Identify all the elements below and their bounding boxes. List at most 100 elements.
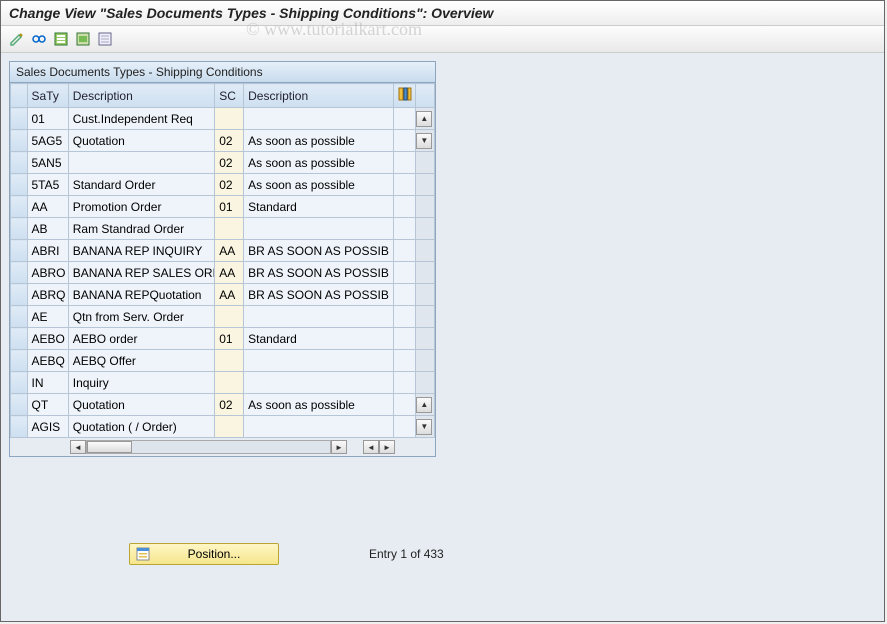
cell-desc1[interactable]: AEBQ Offer bbox=[68, 350, 214, 372]
cell-desc1[interactable]: BANANA REP SALES ORD bbox=[68, 262, 214, 284]
cell-desc1[interactable]: Quotation bbox=[68, 394, 214, 416]
col-header-desc2[interactable]: Description bbox=[244, 84, 394, 108]
row-selector[interactable] bbox=[11, 130, 28, 152]
table-row[interactable]: QTQuotation02As soon as possible ▲ bbox=[11, 394, 435, 416]
toggle-change-icon[interactable] bbox=[7, 29, 27, 49]
cell-sc[interactable]: 02 bbox=[215, 394, 244, 416]
cell-sc[interactable] bbox=[215, 306, 244, 328]
cell-sc[interactable]: 02 bbox=[215, 174, 244, 196]
row-selector[interactable] bbox=[11, 240, 28, 262]
scroll-track[interactable] bbox=[416, 196, 435, 218]
cell-desc2[interactable] bbox=[244, 108, 394, 130]
cell-sc[interactable] bbox=[215, 372, 244, 394]
cell-desc1[interactable]: Inquiry bbox=[68, 372, 214, 394]
table-row[interactable]: AEBQAEBQ Offer bbox=[11, 350, 435, 372]
cell-desc1[interactable]: Quotation bbox=[68, 130, 214, 152]
cell-sc[interactable]: 01 bbox=[215, 328, 244, 350]
cell-desc1[interactable] bbox=[68, 152, 214, 174]
col-header-saty[interactable]: SaTy bbox=[27, 84, 68, 108]
cell-saty[interactable]: AE bbox=[27, 306, 68, 328]
cell-desc2[interactable] bbox=[244, 218, 394, 240]
cell-saty[interactable]: IN bbox=[27, 372, 68, 394]
table-row[interactable]: 5AG5Quotation02As soon as possible▼ bbox=[11, 130, 435, 152]
cell-sc[interactable] bbox=[215, 416, 244, 438]
row-selector[interactable] bbox=[11, 174, 28, 196]
cell-desc2[interactable]: BR AS SOON AS POSSIB bbox=[244, 240, 394, 262]
table-row[interactable]: ABRam Standrad Order bbox=[11, 218, 435, 240]
select-all-icon[interactable] bbox=[51, 29, 71, 49]
row-selector[interactable] bbox=[11, 416, 28, 438]
cell-desc2[interactable]: As soon as possible bbox=[244, 394, 394, 416]
cell-saty[interactable]: ABRI bbox=[27, 240, 68, 262]
scroll-first-icon[interactable]: ◄ bbox=[363, 440, 379, 454]
cell-desc2[interactable] bbox=[244, 416, 394, 438]
table-row[interactable]: AAPromotion Order01Standard bbox=[11, 196, 435, 218]
horizontal-scrollbar[interactable]: ◄ ► ◄ ► bbox=[10, 438, 435, 456]
cell-desc2[interactable] bbox=[244, 350, 394, 372]
cell-sc[interactable]: AA bbox=[215, 284, 244, 306]
scroll-left-icon[interactable]: ◄ bbox=[70, 440, 86, 454]
cell-desc2[interactable]: As soon as possible bbox=[244, 152, 394, 174]
scroll-track[interactable] bbox=[416, 152, 435, 174]
table-row[interactable]: 5TA5Standard Order02As soon as possible bbox=[11, 174, 435, 196]
cell-saty[interactable]: 5TA5 bbox=[27, 174, 68, 196]
cell-sc[interactable] bbox=[215, 350, 244, 372]
cell-desc1[interactable]: Promotion Order bbox=[68, 196, 214, 218]
hscroll-thumb[interactable] bbox=[87, 441, 132, 453]
table-row[interactable]: INInquiry bbox=[11, 372, 435, 394]
cell-sc[interactable]: AA bbox=[215, 262, 244, 284]
table-row[interactable]: AEQtn from Serv. Order bbox=[11, 306, 435, 328]
cell-saty[interactable]: AEBO bbox=[27, 328, 68, 350]
cell-desc1[interactable]: Standard Order bbox=[68, 174, 214, 196]
scroll-down-page-icon[interactable]: ▲ bbox=[416, 394, 435, 416]
scroll-track[interactable] bbox=[416, 306, 435, 328]
table-row[interactable]: 01Cust.Independent Req▲ bbox=[11, 108, 435, 130]
position-button[interactable]: Position... bbox=[129, 543, 279, 565]
scroll-track[interactable] bbox=[416, 174, 435, 196]
col-header-desc1[interactable]: Description bbox=[68, 84, 214, 108]
data-grid[interactable]: SaTy Description SC Description 01Cu bbox=[10, 83, 435, 438]
scroll-track[interactable] bbox=[416, 218, 435, 240]
select-block-icon[interactable] bbox=[73, 29, 93, 49]
scroll-track[interactable] bbox=[416, 262, 435, 284]
row-selector[interactable] bbox=[11, 262, 28, 284]
table-row[interactable]: ABROBANANA REP SALES ORDAABR AS SOON AS … bbox=[11, 262, 435, 284]
cell-desc2[interactable] bbox=[244, 372, 394, 394]
cell-desc1[interactable]: Qtn from Serv. Order bbox=[68, 306, 214, 328]
cell-saty[interactable]: QT bbox=[27, 394, 68, 416]
cell-sc[interactable] bbox=[215, 218, 244, 240]
cell-desc2[interactable]: As soon as possible bbox=[244, 174, 394, 196]
table-row[interactable]: ABRQBANANA REPQuotationAABR AS SOON AS P… bbox=[11, 284, 435, 306]
cell-sc[interactable]: 01 bbox=[215, 196, 244, 218]
cell-saty[interactable]: ABRO bbox=[27, 262, 68, 284]
cell-saty[interactable]: 01 bbox=[27, 108, 68, 130]
cell-saty[interactable]: 5AN5 bbox=[27, 152, 68, 174]
cell-saty[interactable]: ABRQ bbox=[27, 284, 68, 306]
scroll-track[interactable] bbox=[416, 328, 435, 350]
cell-saty[interactable]: AB bbox=[27, 218, 68, 240]
scroll-track[interactable] bbox=[416, 372, 435, 394]
scroll-track[interactable] bbox=[416, 350, 435, 372]
cell-saty[interactable]: AA bbox=[27, 196, 68, 218]
table-row[interactable]: 5AN5 02As soon as possible bbox=[11, 152, 435, 174]
other-view-icon[interactable] bbox=[29, 29, 49, 49]
row-selector[interactable] bbox=[11, 350, 28, 372]
col-header-sc[interactable]: SC bbox=[215, 84, 244, 108]
table-row[interactable]: AGISQuotation ( / Order) ▼ bbox=[11, 416, 435, 438]
cell-desc2[interactable]: Standard bbox=[244, 328, 394, 350]
cell-desc2[interactable]: BR AS SOON AS POSSIB bbox=[244, 262, 394, 284]
row-selector-header[interactable] bbox=[11, 84, 28, 108]
cell-sc[interactable]: 02 bbox=[215, 152, 244, 174]
cell-sc[interactable] bbox=[215, 108, 244, 130]
row-selector[interactable] bbox=[11, 152, 28, 174]
row-selector[interactable] bbox=[11, 372, 28, 394]
scroll-down-icon[interactable]: ▼ bbox=[416, 416, 435, 438]
cell-saty[interactable]: AGIS bbox=[27, 416, 68, 438]
table-row[interactable]: ABRIBANANA REP INQUIRYAABR AS SOON AS PO… bbox=[11, 240, 435, 262]
cell-desc1[interactable]: BANANA REPQuotation bbox=[68, 284, 214, 306]
cell-desc2[interactable]: Standard bbox=[244, 196, 394, 218]
cell-desc1[interactable]: Quotation ( / Order) bbox=[68, 416, 214, 438]
deselect-all-icon[interactable] bbox=[95, 29, 115, 49]
cell-desc1[interactable]: Ram Standrad Order bbox=[68, 218, 214, 240]
cell-sc[interactable]: 02 bbox=[215, 130, 244, 152]
